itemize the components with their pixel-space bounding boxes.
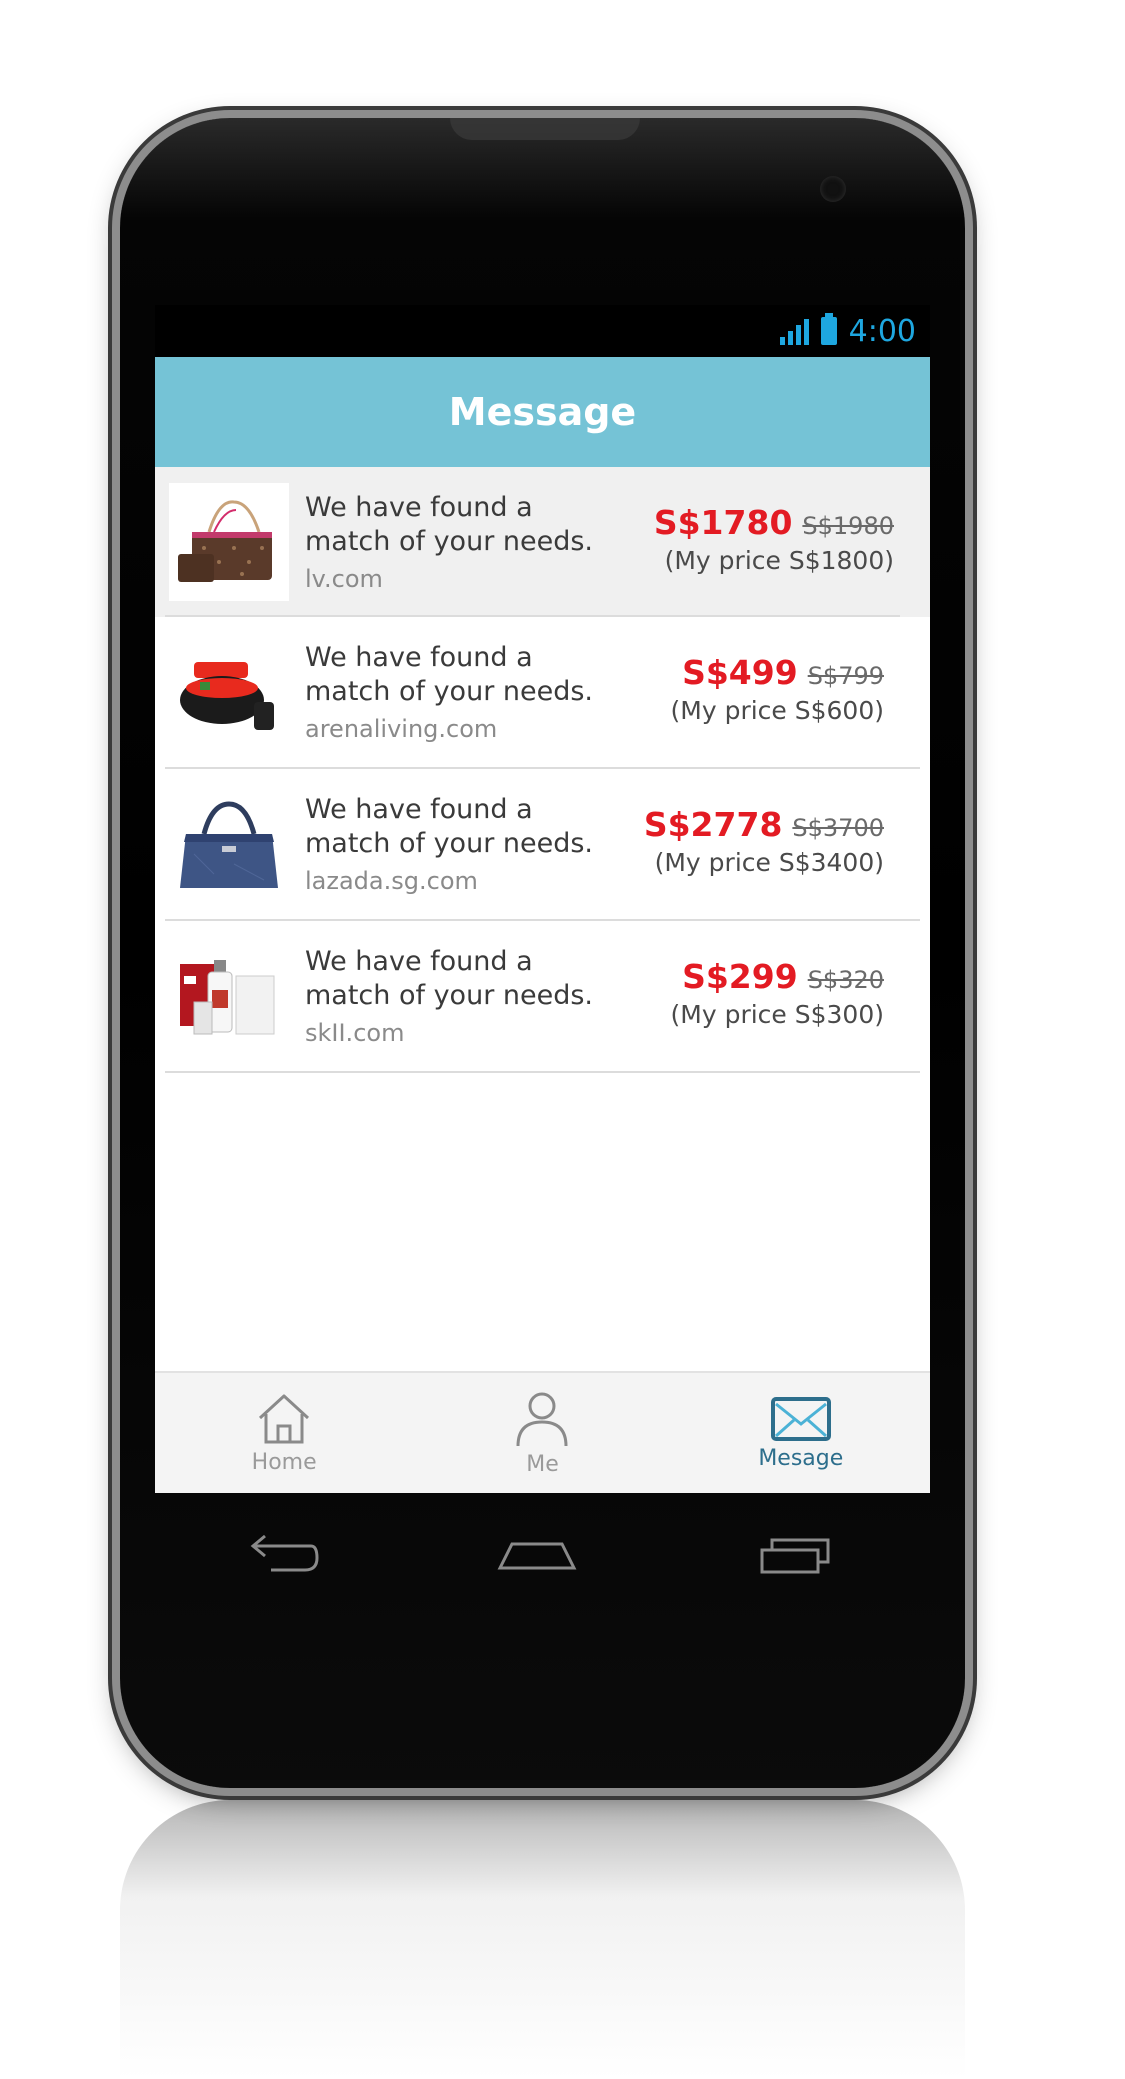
tab-home[interactable]: Home	[155, 1373, 413, 1493]
blue-tote-product-image	[169, 785, 289, 903]
message-source: lv.com	[305, 565, 383, 593]
front-camera	[820, 176, 846, 202]
bottom-tab-bar: Home Me Mesage	[155, 1371, 930, 1493]
signal-icon	[779, 317, 809, 345]
earpiece	[450, 118, 640, 140]
message-text: We have found a match of your needs.	[305, 946, 593, 1011]
message-source: lazada.sg.com	[305, 867, 478, 895]
home-icon	[259, 1394, 310, 1443]
tab-message[interactable]: Mesage	[672, 1373, 930, 1493]
my-price: (My price S$3400)	[654, 848, 884, 877]
price-block: S$2778 S$3700 (My price S$3400)	[644, 805, 884, 877]
skincare-set-product-image	[169, 937, 289, 1055]
outdoor-daybed-product-image	[169, 633, 289, 751]
original-price: S$3700	[792, 814, 884, 842]
message-text: We have found a match of your needs.	[305, 492, 593, 557]
phone-reflection	[120, 1800, 965, 2079]
recent-apps-icon[interactable]	[754, 1528, 844, 1578]
tab-label: Me	[526, 1451, 559, 1477]
list-item[interactable]: We have found a match of your needs. laz…	[165, 769, 920, 921]
original-price: S$320	[807, 966, 884, 994]
my-price: (My price S$300)	[670, 1000, 884, 1029]
message-text: We have found a match of your needs.	[305, 642, 593, 707]
user-icon	[516, 1392, 568, 1446]
sale-price: S$2778	[643, 805, 783, 844]
sale-price: S$1780	[653, 503, 793, 542]
status-bar: 4:00	[155, 305, 930, 357]
price-block: S$1780 S$1980 (My price S$1800)	[654, 503, 894, 575]
status-time: 4:00	[848, 313, 916, 349]
list-item[interactable]: We have found a match of your needs. lv.…	[155, 467, 930, 617]
message-screen: Message We have found a match of your ne…	[155, 357, 930, 1493]
handbag-product-image	[169, 483, 289, 601]
tab-me[interactable]: Me	[413, 1373, 671, 1493]
message-text: We have found a match of your needs.	[305, 794, 593, 859]
battery-icon	[820, 313, 837, 345]
tab-label: Home	[251, 1449, 317, 1475]
message-source: skII.com	[305, 1019, 405, 1047]
list-item[interactable]: We have found a match of your needs. skI…	[165, 921, 920, 1073]
message-list: We have found a match of your needs. lv.…	[155, 467, 930, 1073]
home-button-icon[interactable]	[492, 1528, 582, 1578]
tab-label: Mesage	[758, 1445, 844, 1471]
original-price: S$799	[807, 662, 884, 690]
original-price: S$1980	[802, 512, 894, 540]
mail-icon	[770, 1396, 831, 1441]
sale-price: S$499	[682, 653, 798, 692]
page-title: Message	[155, 357, 930, 467]
list-item[interactable]: We have found a match of your needs. are…	[165, 617, 920, 769]
my-price: (My price S$600)	[670, 696, 884, 725]
android-nav-bar	[155, 1493, 930, 1613]
my-price: (My price S$1800)	[664, 546, 894, 575]
price-block: S$499 S$799 (My price S$600)	[671, 653, 884, 725]
message-source: arenaliving.com	[305, 715, 498, 743]
back-icon[interactable]	[241, 1528, 321, 1578]
price-block: S$299 S$320 (My price S$300)	[671, 957, 884, 1029]
sale-price: S$299	[682, 957, 798, 996]
